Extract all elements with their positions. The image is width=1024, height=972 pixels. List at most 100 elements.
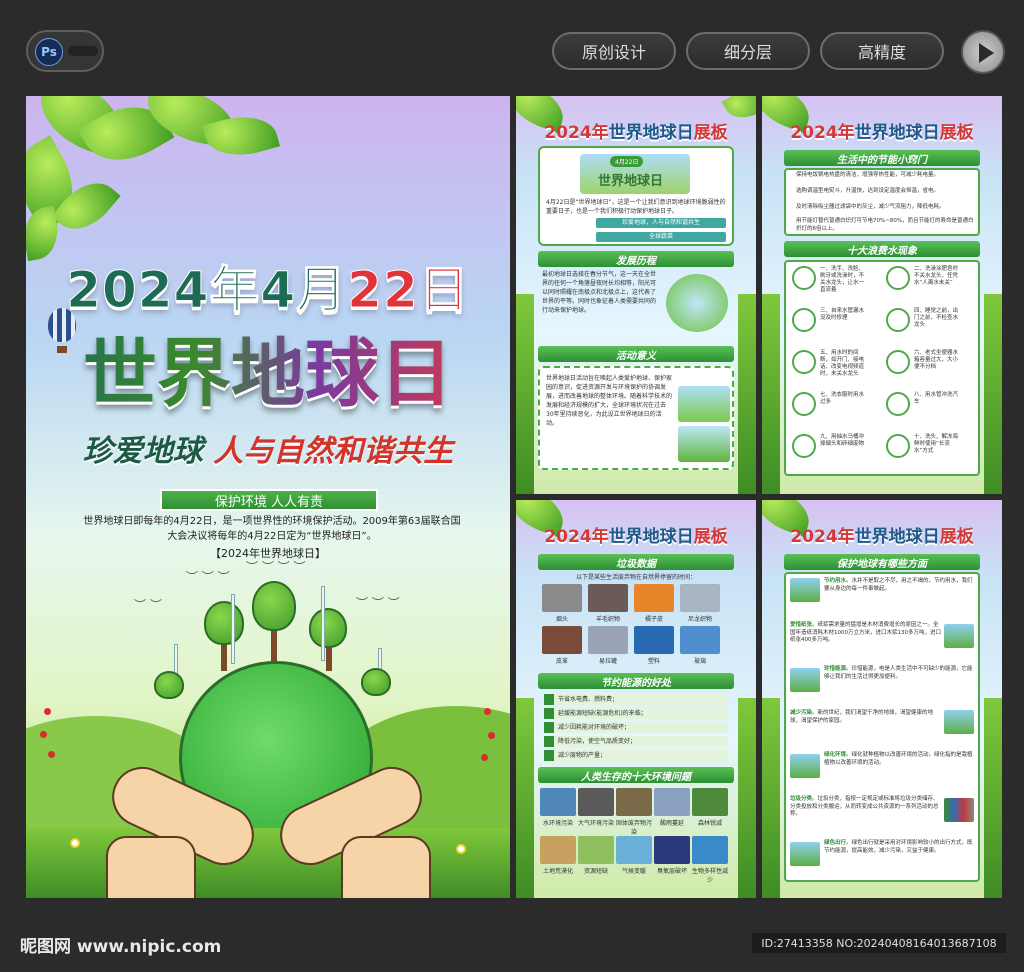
- cigarette-image: [542, 584, 582, 612]
- section-header: 节约能源的好处: [538, 673, 734, 689]
- waste-text: 二、洗澡涂肥皂时不关水龙头，任凭水“人离水未关”: [914, 266, 959, 286]
- tree-icon: [252, 581, 296, 631]
- waste-text: 六、老式坐便器水箱容量过大，大小便不分档: [914, 350, 959, 370]
- item-label: 塑料: [647, 658, 660, 665]
- image-id-watermark: ID:27413358 NO:20240408164013687108: [752, 933, 1006, 953]
- green-field-image: [790, 754, 820, 778]
- waste-text: 七、洗衣服时用水过多: [820, 392, 865, 405]
- city-image: [944, 710, 974, 734]
- problem-label: 大气环境污染: [577, 820, 614, 827]
- waste-text: 九、用抽水马桶冲掉烟头和碎细废物: [820, 434, 865, 447]
- biodiversity-image: [692, 836, 728, 864]
- waste-icon: [886, 392, 910, 416]
- wool-image: [588, 584, 628, 612]
- forest-image: [692, 788, 728, 816]
- problem-label: 资源短缺: [583, 868, 608, 875]
- plastic-image: [634, 626, 674, 654]
- item-head: 垃圾分类: [790, 796, 813, 802]
- waste-icon: [792, 266, 816, 290]
- ps-toggle[interactable]: Ps: [26, 30, 104, 72]
- ozone-image: [654, 836, 690, 864]
- preview-page: { "toolbar": { "app_icon": "ps-icon", "a…: [0, 0, 1024, 972]
- waste-icon: [792, 308, 816, 332]
- section-header: 活动意义: [538, 346, 734, 362]
- waste-text: 四、睡觉之前，出门之前，不检查水龙头: [914, 308, 959, 328]
- problem-label: 臭氧层破坏: [656, 868, 687, 875]
- section-text: 最初地球日选择在春分节气，这一天在全世界的任何一个角落昼夜时长均相等，阳光可以同…: [542, 271, 657, 314]
- kids-illustration: [678, 426, 730, 462]
- waste-text: 八、用水管冲洗汽车: [914, 392, 959, 405]
- benefit-row: 减少因耗能对环境的破坏；: [544, 722, 728, 733]
- bird-icon: ︶ ︶ ︶ ︶: [246, 560, 306, 574]
- grass-decor: [984, 294, 1002, 494]
- item-head: 绿化环境: [824, 752, 847, 758]
- waste-icon: [792, 392, 816, 416]
- berry: [48, 751, 55, 758]
- resource-image: [578, 836, 614, 864]
- earth-illustration: [666, 274, 728, 332]
- item-label: 烟头: [555, 616, 568, 623]
- kids-illustration: [678, 386, 730, 422]
- trash-bins-image: [944, 798, 974, 822]
- poster-slogan: 珍爱地球 人与自然和谐共生: [82, 434, 454, 469]
- card-date: 4月22日: [610, 156, 644, 167]
- site-watermark: 昵图网 www.nipic.com: [20, 937, 222, 957]
- section-text: 世界地球日活动旨在唤起人类爱护地球、保护家园的意识，促进资源开发与环境保护的协调…: [546, 375, 673, 427]
- item-text: 绿色出行就是采用对环境影响较小的出行方式，既节约能源，提高能效，减少污染，又益于…: [824, 840, 973, 854]
- main-poster: 2024年4月22日 世界地球日 珍爱地球 人与自然和谐共生 保护环境 人人有责…: [26, 96, 510, 898]
- berry: [484, 708, 491, 715]
- play-icon[interactable]: [961, 30, 1005, 74]
- card-text: 4月22日是“世界地球日”，这是一个让我们意识到地球环境脆弱性的重要日子，也是一…: [546, 199, 726, 215]
- panel-title: 2024年世界地球日展板: [544, 527, 728, 547]
- item-label: 玻璃: [693, 658, 706, 665]
- berry: [40, 731, 47, 738]
- poster-date: 2024年4月22日: [66, 261, 470, 320]
- flower-icon: [70, 838, 80, 848]
- waste-text: 三、自来水管漏水没及时修理: [820, 308, 865, 321]
- poster-title: 世界地球日: [26, 314, 510, 421]
- tag: 珍爱地球，人与自然和谐共生: [596, 218, 726, 228]
- waste-icon: [886, 308, 910, 332]
- waste-icon: [886, 434, 910, 458]
- section-header: 垃圾数据: [538, 554, 734, 570]
- berry: [44, 708, 51, 715]
- toggle-track: [68, 46, 98, 56]
- nylon-image: [680, 584, 720, 612]
- high-precision-button[interactable]: 高精度: [820, 32, 944, 70]
- flower-icon: [456, 844, 466, 854]
- waste-text: 十、洗头、解冻海鲜时使用“长流水”方式: [914, 434, 959, 454]
- tree-icon: [309, 608, 347, 648]
- panel-3: 2024年世界地球日展板 垃圾数据 以下是某些生活废弃物在自然界停留的时间： 烟…: [516, 500, 756, 898]
- intro-card: 4月22日 世界地球日 4月22日是“世界地球日”，这是一个让我们意识到地球环境…: [538, 146, 734, 246]
- acid-rain-image: [654, 788, 690, 816]
- benefit-row: 减少废物的产量；: [544, 750, 728, 761]
- bird-icon: ︶ ︶: [134, 598, 162, 612]
- card-title: 世界地球日: [598, 174, 664, 189]
- ps-icon: Ps: [35, 38, 63, 66]
- waste-icon: [886, 350, 910, 374]
- layered-button[interactable]: 细分层: [686, 32, 810, 70]
- waste-text: 一、洗手、洗脸、刷牙或洗澡时，不关水龙头，让水一直流着: [820, 266, 865, 293]
- panel-1: 2024年世界地球日展板 4月22日 世界地球日 4月22日是“世界地球日”，这…: [516, 96, 756, 494]
- wind-turbine-icon: [231, 594, 235, 664]
- panel-title: 2024年世界地球日展板: [790, 123, 974, 143]
- bird-icon: ︶ ︶ ︶: [186, 570, 230, 584]
- desert-image: [540, 836, 576, 864]
- tip-row: 用节能灯替代普通白炽灯可节电70%~80%，而且节能灯的寿命是普通白炽灯的6倍以…: [796, 218, 974, 232]
- tree-icon: [361, 668, 391, 696]
- item-head: 珍惜能源: [824, 666, 847, 672]
- tip-row: 选购调温型电熨斗，升温快，达到设定温度会恒温，省电。: [796, 188, 940, 194]
- problem-label: 酸雨蔓延: [659, 820, 684, 827]
- glass-image: [680, 626, 720, 654]
- grass-decor: [738, 698, 756, 898]
- item-text: 纸浆需求量的猛增是木材消费增长的原因之一。全国年造纸消耗木材1000万立方米，进…: [790, 622, 941, 643]
- poster-intro: 世界地球日即每年的4月22日，是一项世界性的环境保护活动。2009年第63届联合…: [83, 516, 461, 542]
- item-text: 珍惜能源，电是人类生活中不可缺少的能源，它能够让我们的生活过得更加便利。: [824, 666, 973, 680]
- original-design-button[interactable]: 原创设计: [552, 32, 676, 70]
- item-text: 垃圾分类，指按一定规定或标准将垃圾分类储存、分类投放和分类搬运，从而转变成公共资…: [790, 796, 939, 817]
- item-label: 羊毛织物: [595, 616, 620, 623]
- bird-icon: ︶ ︶ ︶: [356, 596, 400, 610]
- tree-icon: [154, 671, 184, 699]
- right-wrist: [341, 836, 431, 898]
- grass-decor: [516, 698, 534, 898]
